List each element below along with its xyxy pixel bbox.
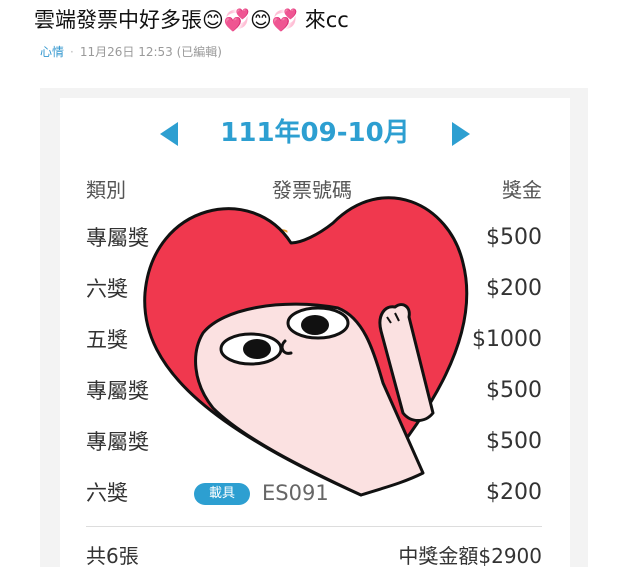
summary-divider — [86, 526, 542, 527]
row-amount: $500 — [486, 378, 542, 403]
row-amount: $500 — [486, 429, 542, 454]
row-category: 六獎 — [86, 481, 128, 505]
next-period-icon[interactable] — [452, 122, 470, 146]
prev-period-icon[interactable] — [160, 122, 178, 146]
row-amount: $200 — [486, 276, 542, 301]
row-amount: $200 — [486, 480, 542, 505]
row-amount: $1000 — [472, 327, 542, 352]
header-amount: 獎金 — [502, 178, 542, 202]
header-category: 類別 — [86, 178, 126, 202]
row-category: 六獎 — [86, 277, 128, 301]
period-selector: 111年09-10月 — [60, 112, 570, 152]
heart-character-sticker-icon — [143, 196, 469, 497]
total-count: 共6張 — [86, 544, 139, 567]
post-category-link[interactable]: 心情 — [40, 45, 64, 59]
total-prize: 中獎金額$2900 — [398, 544, 542, 567]
row-amount: $500 — [486, 225, 542, 250]
row-category: 五獎 — [86, 328, 128, 352]
period-label: 111年09-10月 — [220, 118, 410, 148]
post-meta: 心情 · 11月26日 12:53 (已編輯) — [40, 44, 222, 60]
post-title: 雲端發票中好多張😊💞😊💞 來cc — [34, 8, 349, 32]
meta-separator: · — [70, 45, 74, 59]
post-date: 11月26日 12:53 (已編輯) — [79, 45, 222, 59]
